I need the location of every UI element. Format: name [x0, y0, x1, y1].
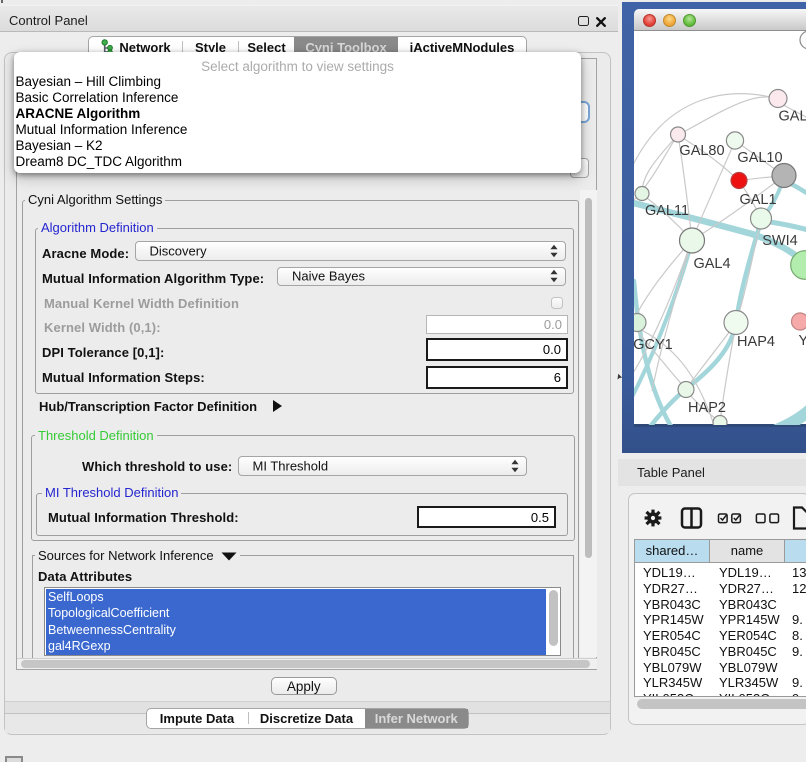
svg-text:YJ: YJ: [799, 333, 806, 349]
svg-text:GAL11: GAL11: [645, 203, 689, 219]
svg-text:GAL7: GAL7: [779, 108, 806, 124]
svg-text:HAP2: HAP2: [688, 400, 726, 416]
svg-text:GCY1: GCY1: [634, 337, 673, 353]
svg-text:GAL4: GAL4: [693, 256, 730, 272]
svg-text:GAL80: GAL80: [679, 143, 724, 159]
svg-text:GAL10: GAL10: [737, 150, 782, 166]
svg-text:GAL1: GAL1: [739, 192, 776, 208]
svg-text:HAP4: HAP4: [737, 334, 775, 350]
svg-text:SWI4: SWI4: [762, 233, 797, 249]
